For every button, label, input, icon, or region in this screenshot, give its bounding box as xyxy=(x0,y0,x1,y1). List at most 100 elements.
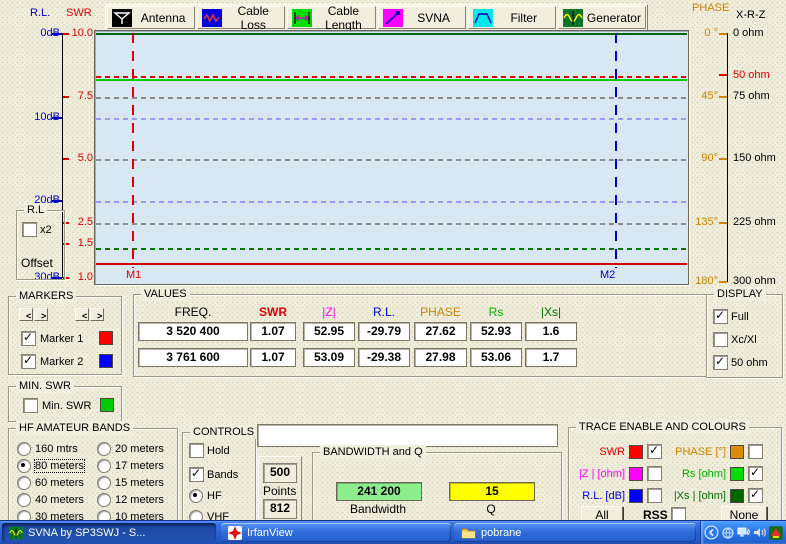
irfanview-icon xyxy=(228,526,242,540)
gridline-225ohm-135deg xyxy=(96,223,687,225)
band-60m-radio[interactable] xyxy=(17,476,31,490)
trace-xs-checkbox[interactable] xyxy=(748,488,763,503)
values-header-xs: |Xs| xyxy=(525,305,577,319)
trace-xs-swatch[interactable] xyxy=(730,489,744,503)
taskbar-task-pobrane[interactable]: pobrane xyxy=(454,523,696,542)
marker1-checkbox[interactable] xyxy=(21,331,36,346)
values-cell-m2-xs: 1.7 xyxy=(525,348,577,367)
values-cell-m2-swr: 1.07 xyxy=(250,348,296,367)
gridline-50ohm-reference xyxy=(96,76,687,78)
values-cell-m1-freq: 3 520 400 xyxy=(138,322,248,341)
filter-button[interactable]: Filter xyxy=(468,6,556,29)
marker2-line[interactable] xyxy=(615,33,617,268)
display-full-label: Full xyxy=(731,311,749,323)
marker2-checkbox-label: Marker 2 xyxy=(40,356,83,368)
trace-xs-label: |Xs | [ohm] xyxy=(669,490,726,502)
svna-app-window: R.L. SWR PHASE X-R-Z Antenna Cable Loss … xyxy=(0,0,786,544)
trace-rs-label: Rs [ohm] xyxy=(669,468,726,480)
trace-phase-swatch[interactable] xyxy=(730,445,744,459)
hide-icons-chevron-icon[interactable] xyxy=(704,525,719,540)
generator-icon xyxy=(9,526,23,540)
svna-button[interactable]: SVNA xyxy=(378,6,466,29)
rl-tick-label: 10dB xyxy=(20,111,60,123)
trace-swr-checkbox[interactable] xyxy=(647,444,662,459)
text-display-field[interactable] xyxy=(257,424,558,447)
band-40m-label: 40 meters xyxy=(35,494,84,506)
marker1-prev-button[interactable]: < xyxy=(19,308,33,321)
cable-length-icon xyxy=(292,9,312,27)
generator-button[interactable]: Generator xyxy=(558,6,646,29)
cable-loss-icon xyxy=(202,9,222,27)
hold-label: Hold xyxy=(207,445,230,457)
marker2-color-swatch[interactable] xyxy=(99,354,113,368)
right-axis-title-xrz: X-R-Z xyxy=(736,9,765,21)
rl-x2-checkbox[interactable] xyxy=(22,222,37,237)
right-axis-line xyxy=(727,33,728,282)
band-17m-radio[interactable] xyxy=(97,459,111,473)
marker1-color-swatch[interactable] xyxy=(99,331,113,345)
marker1-line[interactable] xyxy=(132,33,134,268)
hold-checkbox[interactable] xyxy=(189,443,204,458)
sweep-chart-plot[interactable]: M1 M2 xyxy=(94,30,689,285)
band-12m-radio[interactable] xyxy=(97,493,111,507)
volume-icon[interactable] xyxy=(753,526,767,539)
taskbar-task-label: IrfanView xyxy=(247,527,293,539)
bandwidth-value-field: 241 200 xyxy=(336,482,422,501)
band-80m-radio[interactable] xyxy=(17,459,31,473)
cable-length-button[interactable]: Cable Length xyxy=(287,6,375,29)
rl-x2-label: x2 xyxy=(40,224,52,236)
points-label: Points xyxy=(263,485,296,497)
cable-loss-button[interactable]: Cable Loss xyxy=(197,6,285,29)
markers-group-title: MARKERS xyxy=(16,289,76,303)
band-15m-radio[interactable] xyxy=(97,476,111,490)
values-cell-m2-z: 53.09 xyxy=(303,348,355,367)
svna-button-label: SVNA xyxy=(407,11,461,25)
values-cell-m1-swr: 1.07 xyxy=(250,322,296,341)
trace-rl-checkbox[interactable] xyxy=(647,488,662,503)
taskbar-task-svna[interactable]: SVNA by SP3SWJ - S... xyxy=(2,523,216,542)
gridline-10db xyxy=(96,118,687,120)
bands-checkbox[interactable] xyxy=(189,467,204,482)
antenna-button[interactable]: Antenna xyxy=(107,6,195,29)
swr-tick-label: 5.0 xyxy=(64,152,93,164)
trace-rs-checkbox[interactable] xyxy=(748,466,763,481)
display-xcxl-label: Xc/Xl xyxy=(731,334,757,346)
taskbar-task-label: SVNA by SP3SWJ - S... xyxy=(28,527,145,539)
marker2-prev-button[interactable]: < xyxy=(75,308,89,321)
trace-rl-label: R.L. [dB] xyxy=(569,490,625,502)
trace-z-checkbox[interactable] xyxy=(647,466,662,481)
marker2-checkbox[interactable] xyxy=(21,354,36,369)
trace-enable-group: TRACE ENABLE AND COLOURS SWR PHASE [°] |… xyxy=(568,427,782,523)
points-top-field[interactable]: 500 xyxy=(263,463,297,483)
trace-swr-swatch[interactable] xyxy=(629,445,643,459)
band-20m-label: 20 meters xyxy=(115,443,164,455)
band-160m-radio[interactable] xyxy=(17,442,31,456)
display-xcxl-checkbox[interactable] xyxy=(713,332,728,347)
marker2-next-button[interactable]: > xyxy=(90,308,104,321)
band-20m-radio[interactable] xyxy=(97,442,111,456)
values-header-z: |Z| xyxy=(303,305,355,319)
taskbar-task-irfanview[interactable]: IrfanView xyxy=(221,523,451,542)
phase-tick-label: 135° xyxy=(688,216,718,228)
trace-rs-swatch[interactable] xyxy=(730,467,744,481)
trace-z-swatch[interactable] xyxy=(629,467,643,481)
trace-rl-swatch[interactable] xyxy=(629,489,643,503)
values-cell-m1-phase: 27.62 xyxy=(414,322,467,341)
ohm-tick-label: 75 ohm xyxy=(733,90,770,102)
ohm-tick-label: 150 ohm xyxy=(733,152,776,164)
band-40m-radio[interactable] xyxy=(17,493,31,507)
hf-radio[interactable] xyxy=(189,489,203,503)
trace-phase-checkbox[interactable] xyxy=(748,444,763,459)
display-50ohm-checkbox[interactable] xyxy=(713,355,728,370)
points-bottom-field[interactable]: 812 xyxy=(263,499,297,519)
min-swr-group-title: MIN. SWR xyxy=(16,379,74,393)
min-swr-color-swatch[interactable] xyxy=(100,398,114,412)
toolbar: Antenna Cable Loss Cable Length SVNA Fil… xyxy=(105,4,648,31)
rl-offset-label: Offset xyxy=(21,257,53,269)
network-status-icon[interactable] xyxy=(737,526,752,539)
internet-explorer-icon[interactable] xyxy=(721,526,735,540)
display-full-checkbox[interactable] xyxy=(713,309,728,324)
marker1-next-button[interactable]: > xyxy=(34,308,48,321)
antivirus-logo-icon[interactable] xyxy=(769,526,783,540)
min-swr-checkbox[interactable] xyxy=(23,398,38,413)
